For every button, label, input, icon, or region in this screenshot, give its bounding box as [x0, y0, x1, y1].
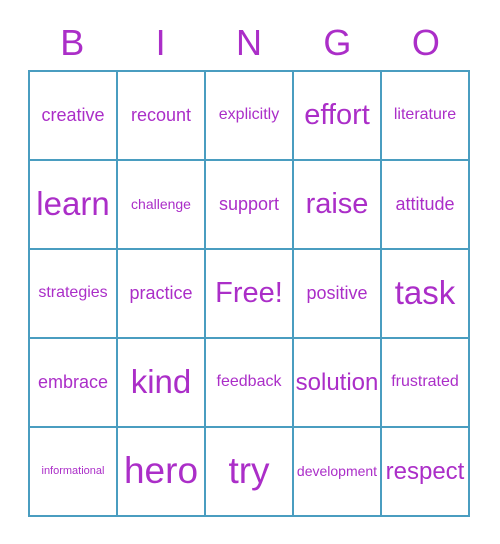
- header-letter-i-text: I: [155, 22, 166, 63]
- bingo-cell-label: challenge: [131, 196, 191, 213]
- bingo-cell[interactable]: explicitly: [206, 72, 294, 161]
- bingo-cell[interactable]: respect: [382, 428, 470, 517]
- bingo-cell-label: try: [228, 450, 270, 492]
- bingo-cell[interactable]: development: [294, 428, 382, 517]
- bingo-cell[interactable]: solution: [294, 339, 382, 428]
- bingo-cell-label: hero: [123, 450, 199, 492]
- bingo-cell[interactable]: recount: [118, 72, 206, 161]
- bingo-cell[interactable]: literature: [382, 72, 470, 161]
- header-letter-n: N: [205, 18, 293, 68]
- bingo-cell[interactable]: kind: [118, 339, 206, 428]
- bingo-cell[interactable]: task: [382, 250, 470, 339]
- header-letter-g: G: [293, 18, 381, 68]
- bingo-cell[interactable]: effort: [294, 72, 382, 161]
- bingo-cell[interactable]: embrace: [30, 339, 118, 428]
- header-letter-b-text: B: [60, 22, 85, 63]
- header-letter-b: B: [28, 18, 116, 68]
- bingo-cell-label: effort: [304, 99, 370, 132]
- bingo-cell-label: frustrated: [391, 373, 459, 391]
- bingo-cell[interactable]: frustrated: [382, 339, 470, 428]
- bingo-cell-label: positive: [306, 283, 368, 304]
- bingo-cell[interactable]: creative: [30, 72, 118, 161]
- bingo-cell-label: feedback: [216, 373, 282, 391]
- bingo-header: B I N G O: [28, 18, 470, 68]
- bingo-cell[interactable]: positive: [294, 250, 382, 339]
- bingo-cell-label: informational: [41, 464, 105, 477]
- bingo-cell[interactable]: feedback: [206, 339, 294, 428]
- header-letter-g-text: G: [323, 22, 352, 63]
- bingo-grid: creative recount explicitly effort liter…: [28, 70, 470, 517]
- bingo-cell-label: creative: [41, 105, 105, 126]
- bingo-cell-label: embrace: [37, 372, 109, 393]
- bingo-cell-label: strategies: [38, 284, 108, 302]
- bingo-cell[interactable]: try: [206, 428, 294, 517]
- bingo-free-cell[interactable]: Free!: [206, 250, 294, 339]
- bingo-cell-label: learn: [36, 185, 110, 223]
- bingo-cell[interactable]: attitude: [382, 161, 470, 250]
- bingo-cell-label: respect: [385, 457, 465, 485]
- bingo-cell-label: literature: [393, 106, 457, 124]
- bingo-cell[interactable]: support: [206, 161, 294, 250]
- bingo-cell[interactable]: challenge: [118, 161, 206, 250]
- bingo-cell[interactable]: informational: [30, 428, 118, 517]
- bingo-cell[interactable]: learn: [30, 161, 118, 250]
- bingo-cell-label: attitude: [395, 194, 455, 215]
- bingo-cell-label: recount: [130, 105, 192, 126]
- bingo-free-label: Free!: [215, 277, 283, 310]
- bingo-cell-label: solution: [295, 368, 379, 396]
- bingo-cell[interactable]: raise: [294, 161, 382, 250]
- bingo-cell-label: practice: [129, 283, 193, 304]
- bingo-cell[interactable]: hero: [118, 428, 206, 517]
- header-letter-o-text: O: [411, 22, 440, 63]
- bingo-cell-label: explicitly: [218, 106, 280, 124]
- bingo-cell-label: task: [394, 274, 456, 312]
- bingo-cell-label: development: [296, 463, 378, 480]
- header-letter-n-text: N: [236, 22, 263, 63]
- bingo-cell-label: raise: [305, 188, 369, 221]
- bingo-cell-label: kind: [130, 363, 192, 401]
- bingo-cell[interactable]: practice: [118, 250, 206, 339]
- bingo-card: B I N G O creative recount explicitly ef…: [0, 0, 500, 544]
- bingo-cell-label: support: [218, 194, 280, 215]
- header-letter-i: I: [116, 18, 204, 68]
- header-letter-o: O: [382, 18, 470, 68]
- bingo-cell[interactable]: strategies: [30, 250, 118, 339]
